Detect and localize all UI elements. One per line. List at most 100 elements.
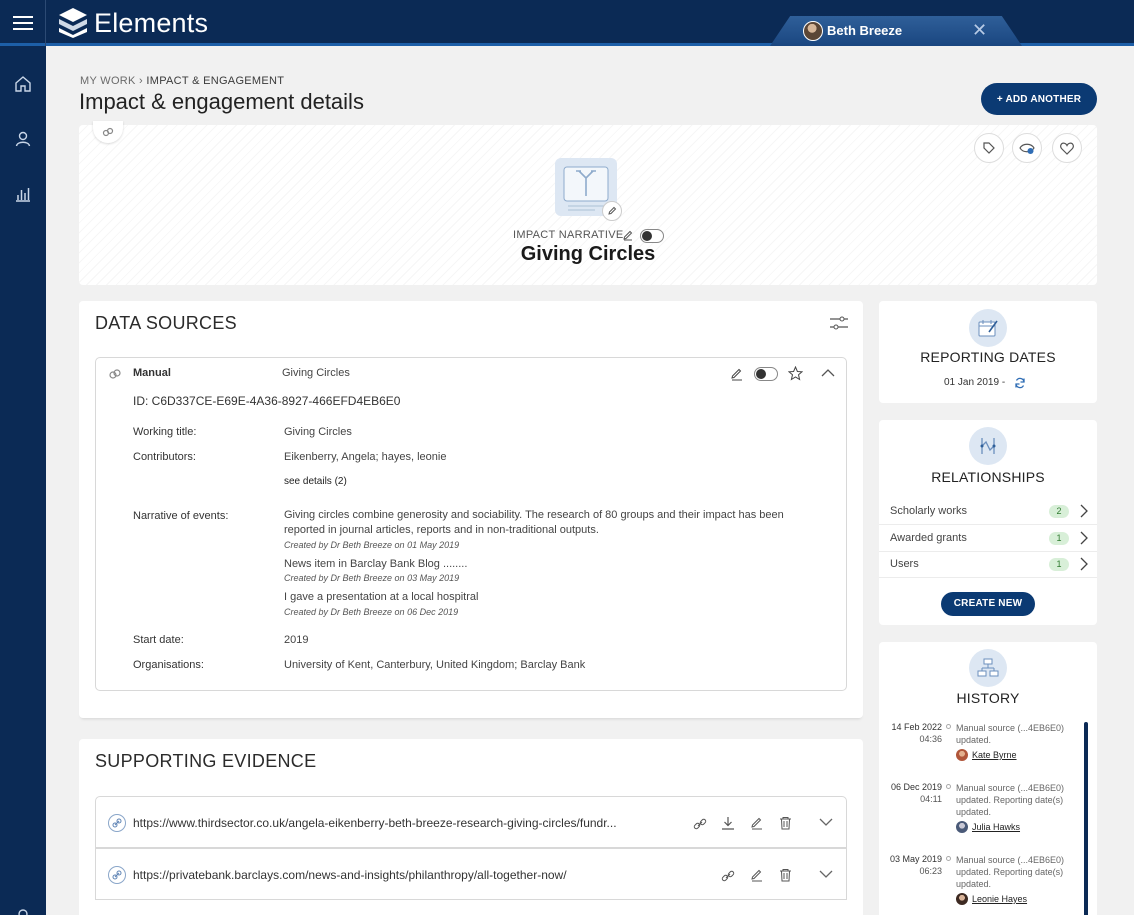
- breadcrumb-current: IMPACT & ENGAGEMENT: [146, 75, 285, 87]
- evidence-row[interactable]: https://privatebank.barclays.com/news-an…: [95, 848, 847, 900]
- data-sources-panel: DATA SOURCES Manual Giving Circles ID: C…: [79, 301, 863, 718]
- tag-icon[interactable]: [974, 133, 1004, 163]
- page-title: Impact & engagement details: [79, 89, 364, 114]
- relationship-count-badge: 1: [1049, 558, 1069, 571]
- evidence-url[interactable]: https://privatebank.barclays.com/news-an…: [133, 868, 567, 882]
- relationships-card: RELATIONSHIPS Scholarly works 2 Awarded …: [879, 420, 1097, 625]
- source-privacy-toggle[interactable]: [754, 367, 778, 381]
- relationship-row[interactable]: Scholarly works 2: [879, 499, 1097, 525]
- narrative-2-meta: Created by Dr Beth Breeze on 03 May 2019: [284, 573, 460, 583]
- create-new-button[interactable]: CREATE NEW: [941, 592, 1035, 616]
- edit-icon[interactable]: [750, 816, 764, 830]
- link-icon: [108, 814, 126, 832]
- record-type-label: IMPACT NARRATIVE: [513, 229, 624, 241]
- source-title: Giving Circles: [282, 367, 350, 379]
- relationship-row[interactable]: Users 1: [879, 552, 1097, 578]
- copy-link-icon[interactable]: [693, 817, 707, 831]
- history-line: Manual source (...4EB6E0): [956, 855, 1065, 865]
- star-icon[interactable]: [788, 366, 803, 381]
- history-card: HISTORY 14 Feb 2022 04:36 Manual source …: [879, 642, 1097, 915]
- chevron-down-icon[interactable]: [819, 818, 833, 827]
- supporting-evidence-title: SUPPORTING EVIDENCE: [95, 751, 317, 771]
- edit-type-icon[interactable]: [622, 229, 634, 241]
- hide-visibility-icon[interactable]: [1012, 133, 1042, 163]
- chevron-right-icon[interactable]: [1080, 504, 1088, 518]
- history-title: HISTORY: [956, 690, 1020, 706]
- narrative-1-line1: Giving circles combine generosity and so…: [284, 509, 784, 521]
- settings-icon[interactable]: [13, 904, 33, 915]
- edit-icon[interactable]: [602, 201, 622, 221]
- relationship-count-badge: 1: [1049, 532, 1069, 545]
- evidence-row[interactable]: https://www.thirdsector.co.uk/angela-eik…: [95, 796, 847, 848]
- working-title-label: Working title:: [133, 426, 197, 438]
- user-tab[interactable]: Beth Breeze ✕: [770, 16, 1022, 46]
- chevron-up-icon[interactable]: [821, 368, 835, 378]
- organisations-label: Organisations:: [133, 659, 204, 671]
- history-user[interactable]: Kate Byrne: [956, 749, 1017, 761]
- relationship-row[interactable]: Awarded grants 1: [879, 526, 1097, 552]
- chevron-right-icon[interactable]: [1080, 557, 1088, 571]
- relationship-label: Scholarly works: [890, 505, 968, 517]
- narrative-3: I gave a presentation at a local hospitr…: [284, 591, 479, 603]
- sidebar: [0, 46, 46, 915]
- history-time: 06:23: [919, 866, 942, 876]
- add-another-button[interactable]: + ADD ANOTHER: [981, 83, 1097, 115]
- see-details-link[interactable]: see details (2): [284, 476, 347, 487]
- record-title: Giving Circles: [520, 243, 656, 265]
- history-user[interactable]: Leonie Hayes: [956, 893, 1027, 905]
- app-logo[interactable]: Elements: [58, 6, 208, 40]
- link-icon: [109, 369, 121, 379]
- start-date-label: Start date:: [133, 634, 184, 646]
- avatar: [956, 821, 968, 833]
- history-line: updated.: [956, 879, 992, 889]
- relationship-label: Users: [890, 558, 919, 570]
- breadcrumb: MY WORK › IMPACT & ENGAGEMENT: [80, 75, 284, 87]
- link-icon: [108, 866, 126, 884]
- relationship-label: Awarded grants: [890, 532, 967, 544]
- app-name: Elements: [94, 7, 209, 38]
- data-sources-title: DATA SOURCES: [95, 313, 237, 333]
- user-icon[interactable]: [13, 129, 33, 149]
- edit-icon[interactable]: [750, 868, 764, 882]
- trash-icon[interactable]: [779, 816, 792, 830]
- supporting-evidence-panel: SUPPORTING EVIDENCE https://www.thirdsec…: [79, 739, 863, 915]
- breadcrumb-root[interactable]: MY WORK: [80, 75, 136, 87]
- record-header-card: IMPACT NARRATIVE Giving Circles: [79, 121, 1097, 285]
- evidence-url[interactable]: https://www.thirdsector.co.uk/angela-eik…: [133, 816, 617, 830]
- narrative-3-meta: Created by Dr Beth Breeze on 06 Dec 2019: [284, 607, 459, 617]
- privacy-toggle[interactable]: [640, 229, 664, 243]
- filter-settings-icon[interactable]: [830, 316, 848, 330]
- edit-icon[interactable]: [730, 367, 744, 381]
- history-text: Manual source (...4EB6E0) updated. Repor…: [956, 782, 1081, 818]
- history-user-name[interactable]: Kate Byrne: [972, 750, 1017, 760]
- download-icon[interactable]: [721, 816, 735, 830]
- relationships-icon: [969, 427, 1007, 465]
- history-dot: [946, 784, 951, 789]
- history-line: updated.: [956, 807, 992, 817]
- reporting-dates-value: 01 Jan 2019 -: [944, 377, 1006, 388]
- refresh-icon[interactable]: [1014, 377, 1026, 389]
- history-user[interactable]: Julia Hawks: [956, 821, 1020, 833]
- history-dot: [946, 724, 951, 729]
- home-icon[interactable]: [13, 74, 33, 94]
- menu-icon[interactable]: [0, 0, 46, 46]
- contributors-label: Contributors:: [133, 451, 196, 463]
- chevron-right-icon[interactable]: [1080, 531, 1088, 545]
- bar-chart-icon[interactable]: [13, 184, 33, 204]
- copy-link-icon[interactable]: [721, 869, 735, 883]
- source-id: ID: C6D337CE-E69E-4A36-8927-466EFD4EB6E0: [133, 394, 401, 408]
- trash-icon[interactable]: [779, 868, 792, 882]
- chevron-down-icon[interactable]: [819, 870, 833, 879]
- history-line: updated. Reporting date(s): [956, 867, 1064, 877]
- history-scrollbar[interactable]: [1084, 722, 1088, 915]
- history-line: Manual source (...4EB6E0): [956, 783, 1065, 793]
- history-text: Manual source (...4EB6E0) updated.: [956, 722, 1081, 746]
- data-source-card: Manual Giving Circles ID: C6D337CE-E69E-…: [95, 357, 847, 691]
- history-user-name[interactable]: Julia Hawks: [972, 822, 1020, 832]
- close-icon[interactable]: ✕: [972, 20, 987, 41]
- history-icon: [969, 649, 1007, 687]
- history-user-name[interactable]: Leonie Hayes: [972, 894, 1027, 904]
- reporting-dates-title: REPORTING DATES: [920, 349, 1056, 365]
- heart-icon[interactable]: [1052, 133, 1082, 163]
- breadcrumb-separator: ›: [139, 75, 144, 87]
